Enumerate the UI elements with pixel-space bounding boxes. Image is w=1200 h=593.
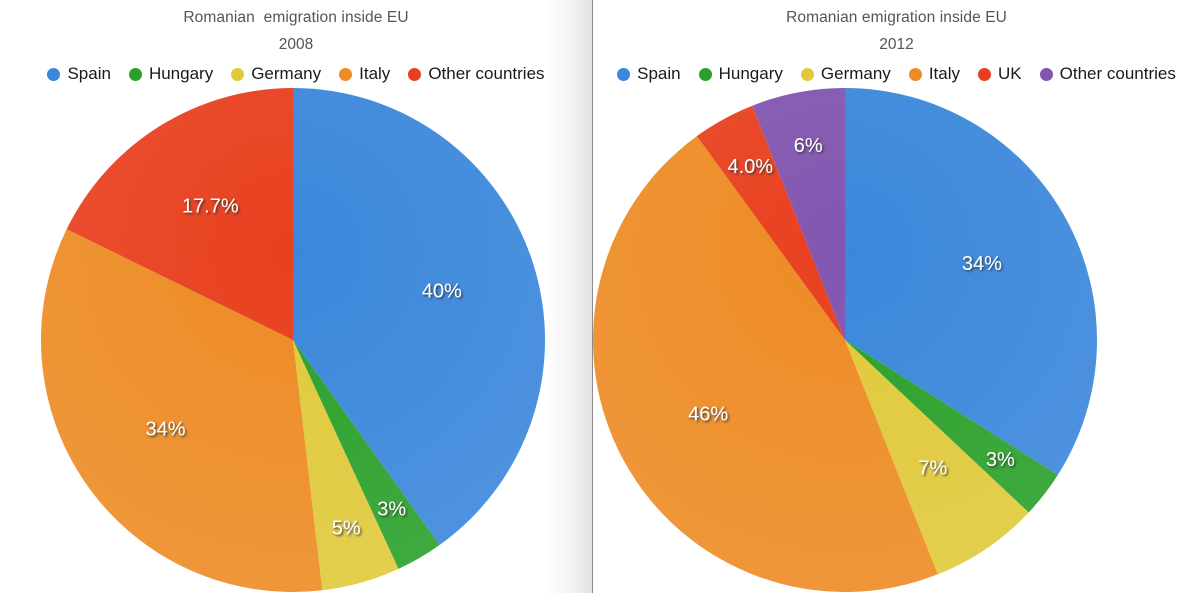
pie-slice-label: 6% xyxy=(794,135,823,157)
pie-slice-label: 3% xyxy=(986,449,1015,471)
pie-slice-label: 7% xyxy=(918,457,947,479)
pie-slice-label: 46% xyxy=(688,404,728,426)
pie-slice-label: 3% xyxy=(377,498,406,520)
pie-area-2012: 34% 3% 7% 46% 4.0% 6% xyxy=(593,0,1200,593)
pie-slice-label: 34% xyxy=(145,419,185,441)
pie-area-2008: 40% 3% 5% 34% 17.7% xyxy=(0,0,592,593)
pie-slice-label: 5% xyxy=(332,517,361,539)
pie-chart-svg: 40% 3% 5% 34% 17.7% xyxy=(40,87,546,593)
pie-slice-label: 17.7% xyxy=(182,196,239,218)
chart-panel-2012: Romanian emigration inside EU 2012 Spain… xyxy=(593,0,1200,593)
chart-panel-2008: Romanian emigration inside EU 2008 Spain… xyxy=(0,0,593,593)
pie-slice-label: 34% xyxy=(962,253,1002,275)
dual-pie-chart-figure: Romanian emigration inside EU 2008 Spain… xyxy=(0,0,1200,593)
pie-chart-svg: 34% 3% 7% 46% 4.0% 6% xyxy=(593,88,1098,592)
pie-slice-label: 40% xyxy=(422,281,462,303)
pie-slice-label: 4.0% xyxy=(728,156,774,178)
